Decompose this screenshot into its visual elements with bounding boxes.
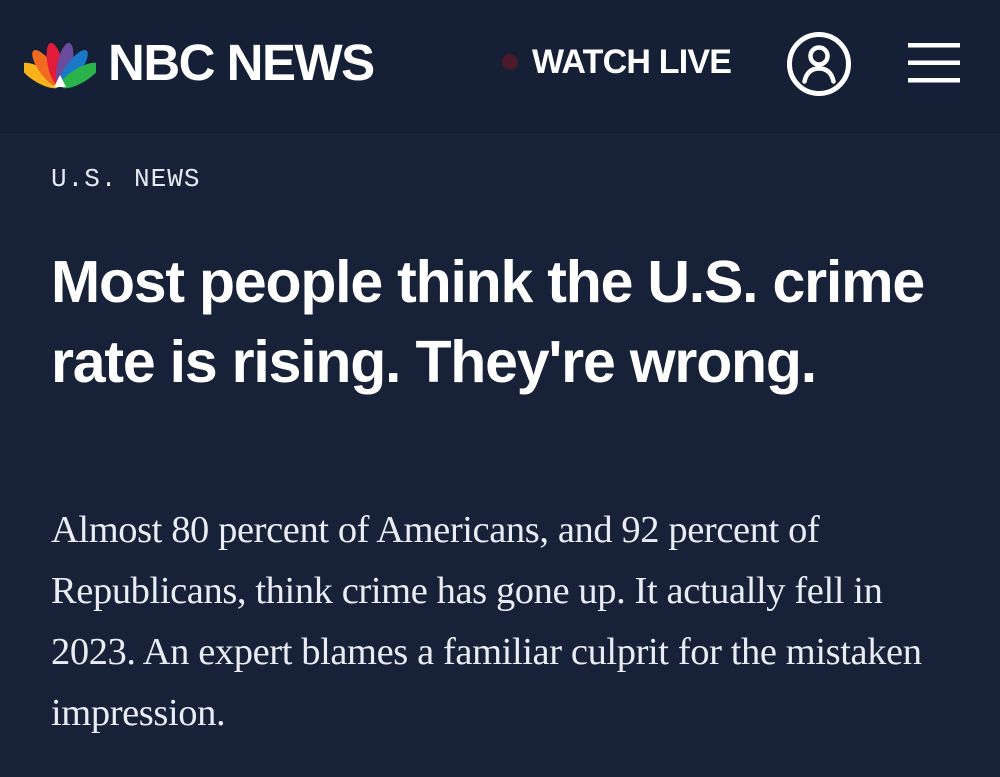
article-headline: Most people think the U.S. crime rate is… [51,249,925,395]
account-button[interactable] [786,31,852,97]
section-label[interactable]: U.S. NEWS [51,164,200,194]
menu-button[interactable] [908,42,960,84]
brand-wordmark: NBC NEWS [108,34,375,91]
article-dek: Almost 80 percent of Americans, and 92 p… [51,509,922,734]
watch-live-label: WATCH LIVE [532,42,732,81]
watch-live-button[interactable]: WATCH LIVE [502,40,732,84]
peacock-icon [24,42,96,89]
nbc-news-logo[interactable]: NBC NEWS [24,34,375,91]
site-header: NBC NEWS WATCH LIVE [0,0,1000,135]
hamburger-menu-icon [908,43,960,83]
account-icon [787,32,851,96]
live-dot-icon [502,54,518,70]
